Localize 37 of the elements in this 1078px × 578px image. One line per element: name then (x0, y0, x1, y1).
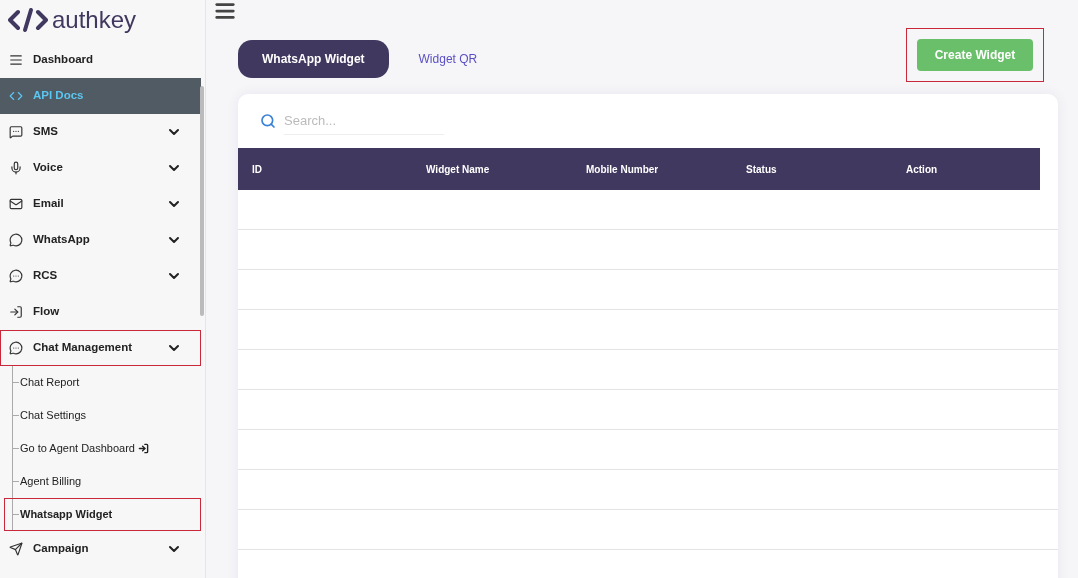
search-field[interactable]: Search... (284, 106, 444, 136)
sidebar-item[interactable]: SMS (0, 114, 201, 150)
sidebar-item[interactable]: Campaign (0, 531, 201, 567)
speech-bubble-icon (9, 341, 23, 355)
column-header: Status (746, 162, 778, 177)
submenu-item[interactable]: Whatsapp Widget (4, 498, 201, 531)
code-logo-icon (8, 7, 48, 33)
speech-bubble-icon (9, 269, 23, 283)
sidebar-item[interactable]: Email (0, 186, 201, 222)
submenu-item[interactable]: Go to Agent Dashboard (4, 432, 201, 465)
logo-text: authkey (52, 8, 137, 32)
sidebar-item[interactable]: RCS (0, 258, 201, 294)
microphone-icon (9, 161, 23, 175)
sign-in-icon (9, 305, 23, 319)
sidebar-item[interactable]: Chat Management (0, 330, 201, 366)
tab[interactable]: WhatsApp Widget (238, 40, 389, 78)
menu-icon[interactable] (214, 0, 236, 22)
column-header: Widget Name (426, 162, 491, 177)
code-icon (9, 89, 23, 103)
sidebar-item[interactable]: API Docs (0, 78, 201, 114)
submenu-item[interactable]: Agent Billing (4, 465, 201, 498)
scrollbar[interactable] (200, 86, 204, 316)
sidebar-item[interactable]: WhatsApp (0, 222, 201, 258)
submenu-item[interactable]: Chat Settings (4, 399, 201, 432)
column-header: Action (906, 162, 939, 177)
tab[interactable]: Widget QR (394, 40, 502, 78)
chat-bubbles-icon (9, 125, 23, 139)
envelope-icon (9, 197, 23, 211)
sidebar-item[interactable]: Dashboard (0, 42, 201, 78)
column-header: ID (252, 162, 263, 177)
sidebar-item[interactable]: Flow (0, 294, 201, 330)
search-icon (260, 113, 276, 129)
sidebar-item[interactable]: Voice (0, 150, 201, 186)
column-header: Mobile Number (586, 162, 660, 177)
list-icon (9, 53, 23, 67)
paper-plane-icon (9, 542, 23, 556)
submenu-item[interactable]: Chat Report (4, 366, 201, 399)
